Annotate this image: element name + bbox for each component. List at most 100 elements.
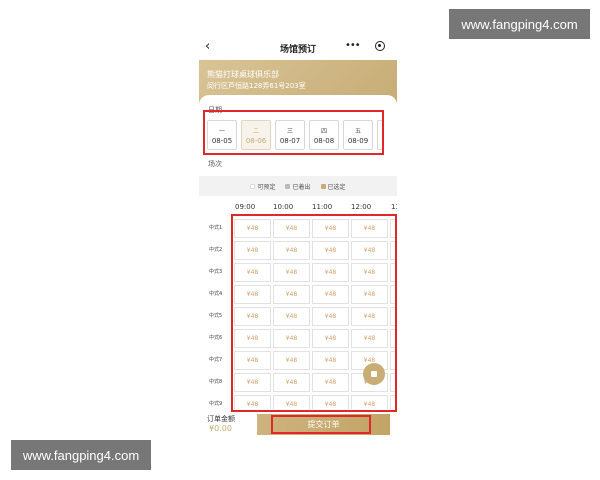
slot-cell[interactable]: ¥48 (234, 263, 271, 282)
date-value: 08-06 (245, 136, 267, 145)
phone-screen: ‹ 场馆预订 ••• 熊猫打球桌球俱乐部 闵行区芦恒路128弄61号203室 日… (199, 35, 397, 440)
total-label: 订单金额 (207, 415, 235, 423)
slot-cell[interactable]: ¥48 (234, 373, 271, 392)
nav-bar: ‹ 场馆预订 ••• (199, 35, 397, 60)
slot-cell[interactable]: ¥48 (234, 307, 271, 326)
date-weekday: 三 (286, 127, 293, 135)
time-label: 10:00 (273, 203, 294, 211)
date-item[interactable]: 四 08-08 (309, 120, 339, 150)
time-label: 09:00 (235, 203, 256, 211)
slot-cell[interactable]: ¥48 (234, 219, 271, 238)
date-selector: 一 08-05 二 08-06 三 08-07 四 08-08 五 08-09 (207, 120, 397, 155)
slot-cell[interactable]: ¥48 (273, 285, 310, 304)
date-value: 08-07 (279, 136, 301, 145)
slot-cell[interactable]: ¥48 (234, 329, 271, 348)
slot-cell[interactable]: ¥48 (351, 307, 388, 326)
watermark-top: www.fangping4.com (449, 9, 590, 39)
venue-banner: 熊猫打球桌球俱乐部 闵行区芦恒路128弄61号203室 (199, 60, 397, 135)
slot-cell[interactable]: ¥48 (234, 241, 271, 260)
bottom-bar: 订单金额 ¥0.00 提交订单 (199, 410, 397, 440)
slot-cell[interactable]: ¥48 (351, 329, 388, 348)
slot-cell[interactable]: ¥48 (273, 263, 310, 282)
slot-cell[interactable]: ¥48 (273, 241, 310, 260)
slot-cell[interactable]: ¥48 (351, 241, 388, 260)
slot-cell[interactable] (390, 263, 396, 282)
slot-cell[interactable]: ¥48 (351, 263, 388, 282)
slot-cell[interactable]: ¥48 (312, 241, 349, 260)
slot-cell[interactable]: ¥48 (312, 285, 349, 304)
slot-cell[interactable]: ¥48 (351, 285, 388, 304)
date-item[interactable]: 三 08-07 (275, 120, 305, 150)
slot-cell[interactable]: ¥48 (312, 373, 349, 392)
legend: 可预定 已着出 已选定 (199, 176, 397, 196)
selected-swatch (320, 183, 326, 189)
court-label: 中式4 (209, 291, 223, 297)
court-label: 中式9 (209, 401, 223, 407)
slot-cell[interactable] (390, 373, 396, 392)
slot-cell[interactable]: ¥48 (273, 351, 310, 370)
slot-cell[interactable]: ¥48 (234, 351, 271, 370)
slot-cell[interactable]: ¥48 (312, 307, 349, 326)
slot-cell[interactable] (390, 351, 396, 370)
slot-cell[interactable]: ¥48 (312, 395, 349, 409)
court-label: 中式3 (209, 269, 223, 275)
time-label: 12:00 (351, 203, 372, 211)
slot-cell[interactable]: ¥48 (312, 351, 349, 370)
venue-address: 闵行区芦恒路128弄61号203室 (207, 82, 306, 90)
floating-cart-button[interactable] (363, 363, 385, 385)
more-icon[interactable]: ••• (345, 40, 361, 51)
date-label: 日期 (208, 106, 222, 114)
court-label: 中式6 (209, 335, 223, 341)
slot-cell[interactable]: ¥48 (351, 395, 388, 409)
slot-cell[interactable]: ¥48 (273, 373, 310, 392)
court-column: 中式1 中式2 中式3 中式4 中式5 中式6 中式7 中式8 中式9 (199, 217, 233, 409)
date-value: 08-09 (347, 136, 369, 145)
time-header: 09:00 10:00 11:00 12:00 13 (235, 203, 397, 213)
watermark-bottom: www.fangping4.com (11, 440, 151, 470)
venue-name: 熊猫打球桌球俱乐部 (207, 70, 279, 79)
legend-selected: 已选定 (320, 182, 346, 191)
date-weekday: 四 (320, 127, 327, 135)
court-label: 中式2 (209, 247, 223, 253)
slot-cell[interactable]: ¥48 (312, 263, 349, 282)
date-value: 08-08 (313, 136, 335, 145)
slot-cell[interactable]: ¥48 (234, 395, 271, 409)
cart-icon (371, 371, 377, 377)
sold-swatch (285, 183, 291, 189)
slot-cell[interactable] (390, 329, 396, 348)
slot-cell[interactable] (390, 285, 396, 304)
legend-available: 可预定 (250, 182, 275, 191)
slot-cell[interactable]: ¥48 (312, 219, 349, 238)
legend-sold: 已着出 (285, 182, 311, 191)
slot-cell[interactable]: ¥48 (234, 285, 271, 304)
court-label: 中式1 (209, 225, 223, 231)
legend-sold-label: 已着出 (292, 183, 311, 191)
slot-cell[interactable]: ¥48 (312, 329, 349, 348)
slot-cell[interactable]: ¥48 (273, 395, 310, 409)
slot-cell[interactable]: ¥48 (273, 329, 310, 348)
date-item[interactable]: 五 08-09 (343, 120, 373, 150)
available-swatch (250, 183, 256, 189)
date-value: 08-05 (211, 136, 233, 145)
slot-cell[interactable] (390, 219, 396, 238)
close-target-icon[interactable] (375, 41, 385, 51)
legend-available-label: 可预定 (257, 183, 276, 191)
slot-cell[interactable] (390, 395, 396, 409)
page-title: 场馆预订 (279, 45, 316, 55)
date-weekday: 一 (218, 127, 225, 135)
date-weekday: 五 (354, 127, 361, 135)
submit-order-button[interactable]: 提交订单 (257, 414, 390, 435)
date-item-partial[interactable] (377, 120, 383, 150)
slot-cell[interactable] (390, 307, 396, 326)
slot-cell[interactable]: ¥48 (351, 219, 388, 238)
session-label: 场次 (208, 160, 222, 168)
date-item[interactable]: 一 08-05 (207, 120, 237, 150)
slot-cell[interactable] (390, 241, 396, 260)
slot-cell[interactable]: ¥48 (273, 307, 310, 326)
page: www.fangping4.com ‹ 场馆预订 ••• 熊猫打球桌球俱乐部 闵… (0, 0, 600, 480)
slot-cell[interactable]: ¥48 (273, 219, 310, 238)
court-label: 中式8 (209, 379, 223, 385)
date-item[interactable]: 二 08-06 (241, 120, 271, 150)
date-weekday: 二 (252, 127, 259, 135)
court-label: 中式5 (209, 313, 223, 319)
